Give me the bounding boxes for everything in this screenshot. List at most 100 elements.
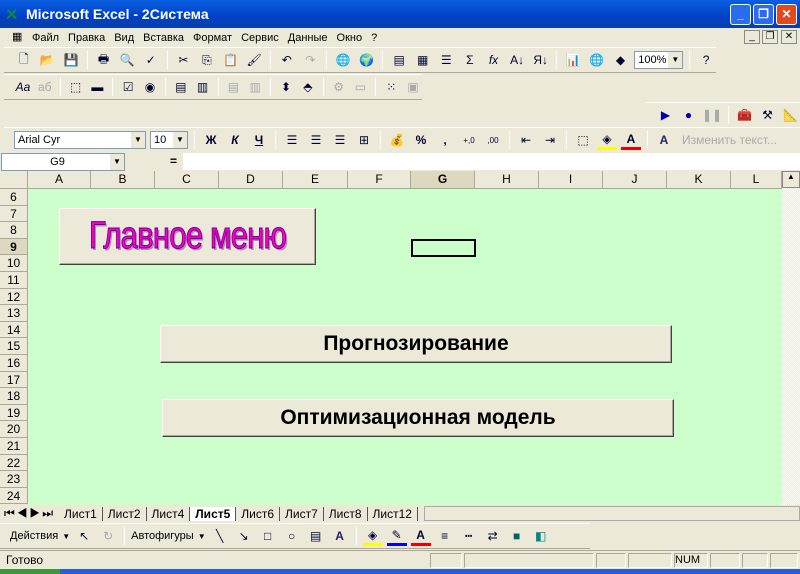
edit-text-button[interactable]: Изменить текст... (682, 133, 777, 147)
column-header-b[interactable]: B (91, 171, 155, 189)
rectangle-icon[interactable]: □ (258, 526, 278, 546)
oval-icon[interactable]: ○ (282, 526, 302, 546)
menu-view[interactable]: Вид (114, 32, 134, 44)
list-box-icon[interactable]: ▤ (172, 77, 190, 97)
help-icon[interactable]: ? (696, 50, 716, 70)
font-size-select[interactable]: 10 ▼ (150, 131, 188, 149)
save-icon[interactable]: 💾 (61, 50, 81, 70)
increase-indent-icon[interactable]: ⇥ (540, 130, 560, 150)
optimization-model-button[interactable]: Оптимизационная модель (162, 399, 674, 437)
insert-table-icon[interactable]: ▦ (413, 50, 433, 70)
workbook-icon[interactable]: ▦ (12, 30, 22, 43)
column-header-j[interactable]: J (603, 171, 667, 189)
doc-restore-button[interactable]: ❐ (762, 30, 778, 44)
line-style-icon[interactable]: ≡ (435, 526, 455, 546)
column-header-d[interactable]: D (219, 171, 283, 189)
insert-wordart-icon[interactable]: A (330, 526, 350, 546)
decrease-indent-icon[interactable]: ⇤ (516, 130, 536, 150)
scroll-bar-icon[interactable]: ⬍ (277, 77, 295, 97)
column-header-a[interactable]: A (28, 171, 91, 189)
select-all-corner[interactable] (0, 171, 28, 189)
column-header-i[interactable]: I (539, 171, 603, 189)
sheet-tab-Лист4[interactable]: Лист4 (147, 506, 191, 521)
row-header-17[interactable]: 17 (0, 371, 28, 389)
row-header-11[interactable]: 11 (0, 271, 28, 289)
underline-button[interactable]: Ч (249, 130, 269, 150)
menu-format[interactable]: Формат (193, 32, 232, 44)
row-header-24[interactable]: 24 (0, 487, 28, 505)
font-name-select[interactable]: Arial Cyr ▼ (14, 131, 146, 149)
merge-center-icon[interactable]: ⊞ (354, 130, 374, 150)
record-macro-icon[interactable]: ● (679, 105, 698, 125)
edit-code-icon[interactable]: ▭ (352, 77, 370, 97)
zoom-select[interactable]: 100% ▼ (634, 51, 684, 69)
toggle-grid-icon[interactable]: ⁙ (382, 77, 400, 97)
column-header-f[interactable]: F (348, 171, 411, 189)
combo-list-icon[interactable]: ▤ (225, 77, 243, 97)
edit-box-icon[interactable]: аб (36, 77, 54, 97)
hyperlink-icon[interactable]: 🌐 (333, 50, 353, 70)
open-icon[interactable]: 📂 (38, 50, 58, 70)
menu-help[interactable]: ? (371, 32, 377, 44)
control-properties-icon[interactable]: ⚙ (330, 77, 348, 97)
decrease-decimal-icon[interactable]: ,00 (483, 130, 503, 150)
align-right-icon[interactable]: ☰ (330, 130, 350, 150)
spinner-icon[interactable]: ⬘ (299, 77, 317, 97)
percent-button[interactable]: % (411, 130, 431, 150)
combo-dropdown-icon[interactable]: ▥ (246, 77, 264, 97)
cut-icon[interactable]: ✂ (174, 50, 194, 70)
sheet-tab-Лист2[interactable]: Лист2 (103, 506, 147, 521)
menu-tools[interactable]: Сервис (241, 32, 279, 44)
wordart-icon[interactable]: A (654, 130, 674, 150)
sort-ascending-icon[interactable]: A↓ (507, 50, 527, 70)
sheet-tab-Лист12[interactable]: Лист12 (368, 506, 418, 521)
font-color-icon[interactable]: A (410, 526, 431, 546)
column-header-e[interactable]: E (283, 171, 348, 189)
drawing-icon[interactable]: ◆ (611, 50, 631, 70)
text-box-icon[interactable]: ▤ (306, 526, 326, 546)
autoshapes-menu[interactable]: Автофигуры (131, 530, 194, 542)
sheet-tab-Лист1[interactable]: Лист1 (59, 506, 103, 521)
minimize-button[interactable]: _ (730, 4, 751, 25)
row-header-21[interactable]: 21 (0, 437, 28, 455)
name-box[interactable]: G9 ▼ (1, 153, 125, 171)
row-header-14[interactable]: 14 (0, 321, 28, 339)
row-header-6[interactable]: 6 (0, 189, 28, 206)
row-header-23[interactable]: 23 (0, 471, 28, 488)
row-header-15[interactable]: 15 (0, 338, 28, 355)
shadow-icon[interactable]: ■ (507, 526, 527, 546)
row-header-19[interactable]: 19 (0, 404, 28, 422)
table-icon[interactable]: ▤ (389, 50, 409, 70)
preview-icon[interactable]: 🔍 (117, 50, 137, 70)
menu-window[interactable]: Окно (337, 32, 363, 44)
comma-button[interactable]: , (435, 130, 455, 150)
format-painter-icon[interactable]: 🖌 (244, 50, 264, 70)
horizontal-scrollbar[interactable] (423, 506, 800, 521)
row-header-10[interactable]: 10 (0, 255, 28, 272)
control-toolbox-icon[interactable]: 🧰 (735, 105, 754, 125)
arrow-style-icon[interactable]: ⇄ (483, 526, 503, 546)
redo-icon[interactable]: ↷ (301, 50, 321, 70)
row-header-7[interactable]: 7 (0, 205, 28, 223)
button-icon[interactable]: ▬ (88, 77, 106, 97)
borders-icon[interactable]: ⬚ (573, 130, 593, 150)
column-header-h[interactable]: H (475, 171, 539, 189)
menu-data[interactable]: Данные (288, 32, 328, 44)
row-header-9[interactable]: 9 (0, 238, 28, 256)
copy-icon[interactable]: ⎘ (197, 50, 217, 70)
row-header-13[interactable]: 13 (0, 305, 28, 322)
design-mode-icon[interactable]: 📐 (781, 105, 800, 125)
formula-input[interactable] (183, 153, 800, 170)
line-icon[interactable]: ╲ (210, 526, 230, 546)
column-header-k[interactable]: K (667, 171, 731, 189)
column-header-c[interactable]: C (155, 171, 219, 189)
run-macro-icon[interactable]: ▶ (656, 105, 675, 125)
checkbox-icon[interactable]: ☑ (119, 77, 137, 97)
row-header-12[interactable]: 12 (0, 288, 28, 306)
free-rotate-icon[interactable]: ↻ (98, 526, 118, 546)
menu-edit[interactable]: Правка (68, 32, 105, 44)
actions-menu[interactable]: Действия (10, 530, 58, 542)
sheet-tab-Лист5[interactable]: Лист5 (190, 506, 237, 521)
option-button-icon[interactable]: ◉ (141, 77, 159, 97)
paste-icon[interactable]: 📋 (221, 50, 241, 70)
